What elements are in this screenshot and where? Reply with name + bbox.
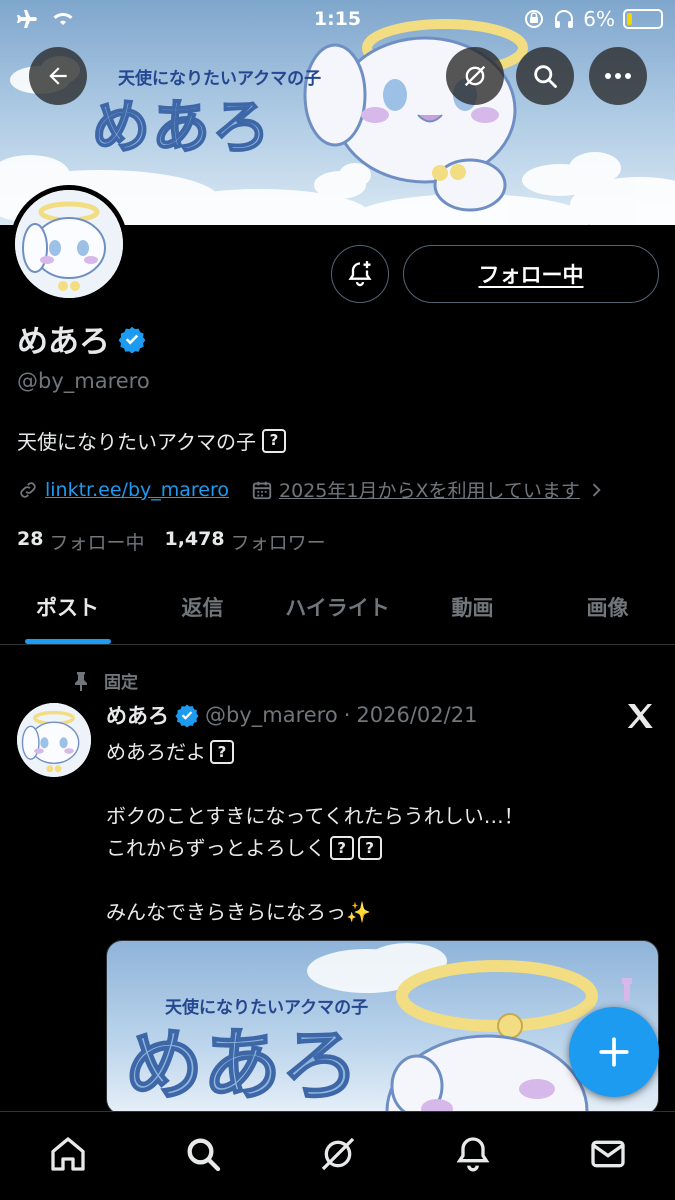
post-date[interactable]: 2026/02/21 (356, 703, 477, 727)
emoji-placeholder-icon: ? (357, 836, 382, 860)
active-tab-indicator (24, 639, 111, 644)
link-icon (20, 481, 36, 498)
pinned-indicator: 固定 (72, 668, 138, 693)
post-author-handle[interactable]: @by_marero (205, 703, 338, 727)
bio-text: 天使になりたいアクマの子 (17, 430, 256, 454)
nav-grok[interactable] (308, 1134, 368, 1184)
back-button[interactable] (29, 47, 87, 105)
emoji-placeholder-icon: ? (329, 836, 354, 860)
post-line-text: これからずっとよろしく (106, 836, 326, 860)
media-logo-text: めあろ (124, 1020, 360, 1112)
avatar-image (15, 190, 123, 298)
profile-link[interactable]: linktr.ee/by_marero (45, 479, 229, 501)
more-button[interactable] (589, 47, 647, 105)
emoji-placeholder-icon: ? (210, 740, 234, 764)
tab-highlights[interactable]: ハイライト (270, 575, 405, 644)
post-line: みんなできらきらになろっ✨ (106, 896, 524, 928)
pinned-label: 固定 (104, 673, 138, 693)
battery-percent: 6% (583, 7, 615, 31)
grok-icon (464, 65, 486, 87)
headphones-icon (555, 10, 574, 28)
tab-replies[interactable]: 返信 (135, 575, 270, 644)
bell-plus-icon (348, 261, 372, 287)
verified-icon (175, 704, 199, 727)
profile-bio: 天使になりたいアクマの子 ? (17, 426, 286, 455)
profile-tabs: ポスト 返信 ハイライト 動画 画像 (0, 575, 675, 645)
nav-messages[interactable] (578, 1134, 638, 1184)
following-count[interactable]: 28 (17, 528, 43, 555)
profile-banner[interactable]: 天使になりたいアクマの子 めあろ 1:15 6% (0, 0, 675, 225)
profile-handle: @by_marero (17, 369, 150, 393)
joined-date[interactable]: 2025年1月からXを利用しています (279, 476, 580, 503)
tab-posts[interactable]: ポスト (0, 575, 135, 644)
post-line (106, 864, 524, 896)
tab-label: ハイライト (285, 596, 390, 620)
profile-avatar[interactable] (10, 185, 128, 303)
post-avatar-image (17, 703, 91, 777)
emoji-placeholder-icon: ? (262, 428, 286, 453)
post-line-text: みんなできらきらになろっ✨ (106, 900, 371, 924)
tab-images[interactable]: 画像 (540, 575, 675, 644)
post-text: めあろだよ? ボクのことすきになってくれたらうれしい…！ これからずっとよろしく… (106, 736, 524, 928)
nav-notifications[interactable] (443, 1134, 503, 1184)
tab-videos[interactable]: 動画 (405, 575, 540, 644)
battery-icon (623, 9, 663, 29)
rotation-lock-icon (525, 10, 544, 28)
search-icon (534, 65, 557, 88)
mail-icon (590, 1140, 625, 1168)
notify-button[interactable] (331, 245, 389, 303)
post-author-name[interactable]: めあろ (106, 700, 169, 730)
nav-search[interactable] (173, 1134, 233, 1184)
post-line (106, 768, 524, 800)
chevron-right-icon[interactable] (586, 480, 606, 500)
following-label[interactable]: フォロー中 (49, 528, 144, 555)
profile-display-name: めあろ (17, 316, 146, 361)
status-bar: 1:15 6% (0, 0, 675, 40)
bell-icon (456, 1137, 489, 1172)
followers-count[interactable]: 1,478 (164, 528, 224, 555)
search-nav-icon (187, 1138, 220, 1172)
plus-icon (599, 1037, 629, 1067)
post-header: めあろ @by_marero · 2026/02/21 (106, 700, 477, 730)
tab-label: ポスト (36, 596, 99, 620)
banner-logo-text: めあろ (91, 92, 273, 162)
post-separator: · (343, 703, 351, 727)
grok-button[interactable] (446, 47, 504, 105)
calendar-icon (252, 481, 272, 499)
grok-nav-icon (321, 1137, 354, 1171)
compose-post-button[interactable] (569, 1007, 659, 1097)
followers-label[interactable]: フォロワー (231, 528, 326, 555)
display-name-text: めあろ (17, 324, 110, 360)
verified-icon[interactable] (118, 325, 146, 353)
tab-label: 返信 (181, 596, 224, 620)
post-line: めあろだよ? (106, 736, 524, 768)
x-logo-icon[interactable] (624, 700, 656, 732)
nav-home[interactable] (38, 1134, 98, 1184)
more-icon (605, 73, 631, 79)
profile-stats: 28 フォロー中 1,478 フォロワー (17, 528, 340, 555)
post-line: これからずっとよろしく?? (106, 832, 524, 864)
search-button[interactable] (516, 47, 574, 105)
post-line-text: めあろだよ (106, 740, 206, 764)
post-author-avatar[interactable] (17, 703, 91, 777)
back-icon (49, 67, 67, 85)
profile-meta: linktr.ee/by_marero 2025年1月からXを利用しています (17, 476, 606, 503)
post-line-text: ボクのことすきになってくれたらうれしい…！ (106, 804, 524, 828)
home-icon (50, 1137, 85, 1171)
pin-icon (75, 671, 87, 691)
tab-label: 画像 (586, 596, 629, 620)
post-line: ボクのことすきになってくれたらうれしい…！ (106, 800, 524, 832)
following-button[interactable]: フォロー中 (403, 245, 659, 303)
bottom-navigation (0, 1111, 675, 1200)
tab-label: 動画 (451, 596, 494, 620)
